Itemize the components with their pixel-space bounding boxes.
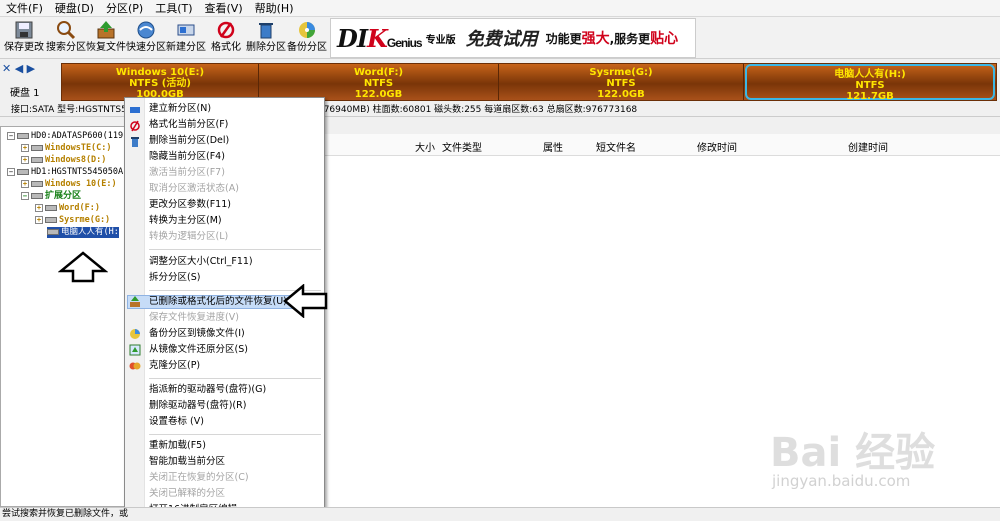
menu-item-remove-drive-letter[interactable]: 删除驱动器号(盘符)(R) [149,399,246,413]
menu-item-delete-partition[interactable]: 删除当前分区(Del) [149,134,229,148]
menu-item-assign-drive-letter[interactable]: 指派新的驱动器号(盘符)(G) [149,383,266,397]
menu-item-change-params[interactable]: 更改分区参数(F11) [149,198,231,212]
tree-partition-e[interactable]: + Windows 10(E:) [21,179,117,190]
menu-item-format-partition[interactable]: 格式化当前分区(F) [149,118,228,132]
tree-partition-f[interactable]: + Word(F:) [35,203,100,214]
trash-icon [131,137,139,147]
disk-map: ✕ ◀ ▶ 硬盘 1 Windows 10(E:) NTFS (活动) 100.… [0,60,1000,102]
menu-item-hide-partition[interactable]: 隐藏当前分区(F4) [149,150,225,164]
quick-partition-button[interactable]: 快速分区 [126,19,166,57]
baidu-jingyan-watermark: Bai 经验 jingyan.baidu.com [770,430,936,490]
col-created-time[interactable]: 创建时间 [848,139,888,154]
tree-partition-h[interactable]: 电脑人人有(H: [47,227,119,238]
file-list-header: 大小 文件类型 属性 短文件名 修改时间 创建时间 [322,134,1000,156]
up-arrow-annotation-icon [58,251,108,283]
recover-file-icon [130,296,140,307]
partition-bar: Windows 10(E:) NTFS (活动) 100.0GB Word(F:… [61,63,997,102]
menu-item-resize-partition[interactable]: 调整分区大小(Ctrl_F11) [149,255,253,269]
menu-help[interactable]: 帮助(H) [249,0,300,17]
menu-item-convert-primary[interactable]: 转换为主分区(M) [149,214,222,228]
format-icon [130,120,140,132]
partition-block-h[interactable]: 电脑人人有(H:) NTFS 121.7GB [745,64,995,102]
save-changes-button[interactable]: 保存更改 [4,19,44,57]
menu-item-clone-partition[interactable]: 克隆分区(P) [149,359,200,373]
backup-icon [130,329,140,339]
trash-icon [255,19,277,41]
new-partition-button[interactable]: 新建分区 [166,19,206,57]
menubar: 文件(F) 硬盘(D) 分区(P) 工具(T) 查看(V) 帮助(H) [0,0,1000,17]
col-short-name[interactable]: 短文件名 [596,139,636,154]
restore-image-icon [129,344,141,356]
tree-extended-partition[interactable]: − 扩展分区 [21,191,81,202]
tree-partition-g[interactable]: + Sysrme(G:) [35,215,110,226]
left-arrow-annotation-icon [283,284,328,318]
disk-label: 硬盘 1 [10,88,40,99]
menu-item-close-recovering[interactable]: 关闭正在恢复的分区(C) [149,471,249,485]
format-button[interactable]: 格式化 [206,19,246,57]
recover-file-icon [95,19,117,41]
menu-item-backup-to-image[interactable]: 备份分区到镜像文件(I) [149,327,245,341]
menu-item-split-partition[interactable]: 拆分分区(S) [149,271,200,285]
menu-disk[interactable]: 硬盘(D) [49,0,100,17]
menu-file[interactable]: 文件(F) [0,0,49,17]
disk-nav-arrows[interactable]: ✕ ◀ ▶ [2,62,35,75]
col-file-type[interactable]: 文件类型 [442,139,482,154]
menu-view[interactable]: 查看(V) [199,0,249,17]
menu-item-new-partition[interactable]: 建立新分区(N) [149,102,211,116]
menu-item-convert-logical[interactable]: 转换为逻辑分区(L) [149,230,228,244]
disk-tree: − HD0:ADATASP600(119 + WindowsTE(C:) + Wind… [0,126,127,507]
format-icon [215,19,237,41]
col-size[interactable]: 大小 [415,139,435,154]
new-partition-icon [130,107,140,113]
tree-partition-c[interactable]: + WindowsTE(C:) [21,143,112,154]
menu-item-activate-partition[interactable]: 激活当前分区(F7) [149,166,225,180]
menu-item-recover-deleted-files[interactable]: 已删除或格式化后的文件恢复(U) [149,295,287,309]
recover-file-button[interactable]: 恢复文件 [86,19,126,57]
menu-item-deactivate-partition[interactable]: 取消分区激活状态(A) [149,182,239,196]
clone-icon [129,362,141,370]
diskgenius-banner: DIKGenius 专业版 免费试用 功能更强大,服务更贴心 [330,18,696,58]
menu-item-restore-from-image[interactable]: 从镜像文件还原分区(S) [149,343,248,357]
toolbar: 保存更改 搜索分区 恢复文件 快速分区 新建分区 格式化 删除分区 备份分区 D… [0,17,1000,59]
diskgenius-logo: DIKGenius [337,23,423,53]
menu-partition[interactable]: 分区(P) [100,0,149,17]
new-partition-icon [175,19,197,41]
tree-partition-d[interactable]: + Windows8(D:) [21,155,106,166]
partition-block-e[interactable]: Windows 10(E:) NTFS (活动) 100.0GB [62,64,259,100]
search-partition-button[interactable]: 搜索分区 [46,19,86,57]
save-icon [13,19,35,41]
menu-item-save-recovery-progress[interactable]: 保存文件恢复进度(V) [149,311,239,325]
menu-tools[interactable]: 工具(T) [149,0,198,17]
tree-disk-hd0[interactable]: − HD0:ADATASP600(119 [7,131,123,142]
tree-disk-hd1[interactable]: − HD1:HGSTNTS545050A [7,167,123,178]
delete-partition-button[interactable]: 删除分区 [246,19,286,57]
partition-block-g[interactable]: Sysrme(G:) NTFS 122.0GB [499,64,744,100]
col-attributes[interactable]: 属性 [543,139,563,154]
backup-partition-button[interactable]: 备份分区 [287,19,327,57]
menu-item-close-interpreted[interactable]: 关闭已解释的分区 [149,487,225,501]
menu-item-smart-load[interactable]: 智能加载当前分区 [149,455,225,469]
menu-item-set-volume-label[interactable]: 设置卷标 (V) [149,415,204,429]
magnifier-icon [55,19,77,41]
partition-block-f[interactable]: Word(F:) NTFS 122.0GB [259,64,499,100]
quick-partition-icon [135,19,157,41]
backup-icon [296,19,318,41]
col-modified-time[interactable]: 修改时间 [697,139,737,154]
menu-item-reload[interactable]: 重新加载(F5) [149,439,206,453]
